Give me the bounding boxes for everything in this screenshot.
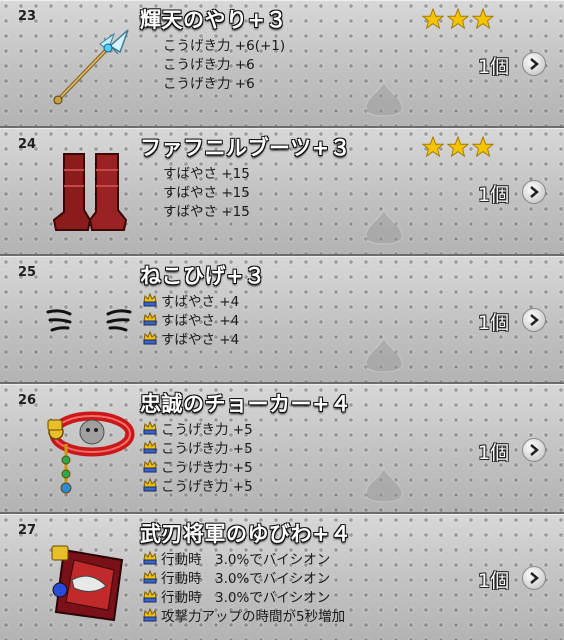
- crown-medal-icon: [143, 330, 157, 344]
- item-name: 忠誠のチョーカー+４: [140, 392, 352, 416]
- item-name: ねこひげ+３: [140, 264, 266, 288]
- item-quantity: 1個: [478, 56, 510, 78]
- property-line: こうげき力 +6(+1): [163, 37, 286, 54]
- property-line: すばやさ +4: [142, 290, 239, 310]
- slime-watermark-icon: [365, 466, 403, 503]
- star-icon: [447, 136, 469, 158]
- chevron-right-icon[interactable]: [522, 180, 546, 204]
- spear-icon: [53, 29, 129, 105]
- property-line: こうげき力 +6: [163, 75, 255, 92]
- property-line: 行動時 3.0%でバイシオン: [142, 586, 345, 606]
- rarity-stars: [422, 136, 494, 158]
- list-item[interactable]: 24 ファフニルブーツ+３ すばやさ +15 すばやさ +15 すばやさ +15…: [0, 128, 564, 256]
- item-index: 23: [18, 9, 37, 24]
- item-properties: こうげき力 +6(+1) こうげき力 +6 こうげき力 +6: [163, 34, 286, 92]
- list-item[interactable]: 25 ねこひげ+３ すばやさ +4 すばやさ +4 すばやさ +4 1個: [0, 256, 564, 384]
- property-line: こうげき力 +5: [142, 456, 253, 476]
- chevron-right-icon[interactable]: [522, 438, 546, 462]
- ring-icon: [51, 545, 124, 622]
- item-quantity: 1個: [478, 184, 510, 206]
- property-line: すばやさ +4: [142, 309, 239, 329]
- rarity-stars: [422, 8, 494, 30]
- property-line: こうげき力 +5: [142, 437, 253, 457]
- crown-medal-icon: [143, 311, 157, 325]
- property-line: 攻撃力アップの時間が5秒増加: [142, 605, 345, 625]
- item-name: ファフニルブーツ+３: [140, 136, 352, 160]
- crown-medal-icon: [143, 477, 157, 491]
- item-index: 27: [18, 523, 37, 538]
- item-index: 26: [18, 393, 37, 408]
- item-index: 24: [18, 137, 37, 152]
- property-line: こうげき力 +5: [142, 418, 253, 438]
- slime-watermark-icon: [365, 80, 403, 117]
- item-quantity: 1個: [478, 442, 510, 464]
- property-line: すばやさ +15: [163, 184, 250, 201]
- item-list: 23 輝天のやり+３ こうげき力 +6(+1) こうげき力 +6 こうげき力 +…: [0, 0, 564, 640]
- list-item[interactable]: 27 武刃将軍のゆびわ+４ 行動時 3.0%でバイシオン 行動時 3.0%でバイ…: [0, 514, 564, 640]
- item-properties: すばやさ +4 すばやさ +4 すばやさ +4: [142, 290, 239, 348]
- star-icon: [472, 136, 494, 158]
- property-line: こうげき力 +5: [142, 475, 253, 495]
- property-line: すばやさ +15: [163, 165, 250, 182]
- crown-medal-icon: [143, 550, 157, 564]
- crown-medal-icon: [143, 588, 157, 602]
- chevron-right-icon[interactable]: [522, 566, 546, 590]
- chevron-right-icon[interactable]: [522, 308, 546, 332]
- star-icon: [472, 8, 494, 30]
- property-line: こうげき力 +6: [163, 56, 255, 73]
- item-properties: すばやさ +15 すばやさ +15 すばやさ +15: [163, 162, 250, 220]
- item-properties: 行動時 3.0%でバイシオン 行動時 3.0%でバイシオン 行動時 3.0%でバ…: [142, 548, 345, 625]
- property-line: すばやさ +15: [163, 203, 250, 220]
- crown-medal-icon: [143, 569, 157, 583]
- slime-watermark-icon: [365, 208, 403, 245]
- star-icon: [447, 8, 469, 30]
- chevron-right-icon[interactable]: [522, 52, 546, 76]
- item-name: 輝天のやり+３: [140, 8, 288, 32]
- list-item[interactable]: 23 輝天のやり+３ こうげき力 +6(+1) こうげき力 +6 こうげき力 +…: [0, 0, 564, 128]
- list-item[interactable]: 26 忠誠のチョーカー+４ こうげき力 +5 こうげき力 +5 こうげき力 +5…: [0, 384, 564, 514]
- choker-icon: [47, 411, 135, 494]
- item-quantity: 1個: [478, 312, 510, 334]
- property-line: 行動時 3.0%でバイシオン: [142, 567, 345, 587]
- crown-medal-icon: [143, 607, 157, 621]
- item-quantity: 1個: [478, 570, 510, 592]
- property-line: 行動時 3.0%でバイシオン: [142, 548, 345, 568]
- slime-watermark-icon: [365, 336, 403, 373]
- star-icon: [422, 136, 444, 158]
- whiskers-icon: [46, 309, 132, 332]
- crown-medal-icon: [143, 420, 157, 434]
- item-index: 25: [18, 265, 37, 280]
- item-name: 武刃将軍のゆびわ+４: [140, 522, 352, 546]
- crown-medal-icon: [143, 458, 157, 472]
- star-icon: [422, 8, 444, 30]
- boots-icon: [52, 153, 128, 231]
- crown-medal-icon: [143, 439, 157, 453]
- property-line: すばやさ +4: [142, 328, 239, 348]
- crown-medal-icon: [143, 292, 157, 306]
- item-properties: こうげき力 +5 こうげき力 +5 こうげき力 +5 こうげき力 +5: [142, 418, 253, 495]
